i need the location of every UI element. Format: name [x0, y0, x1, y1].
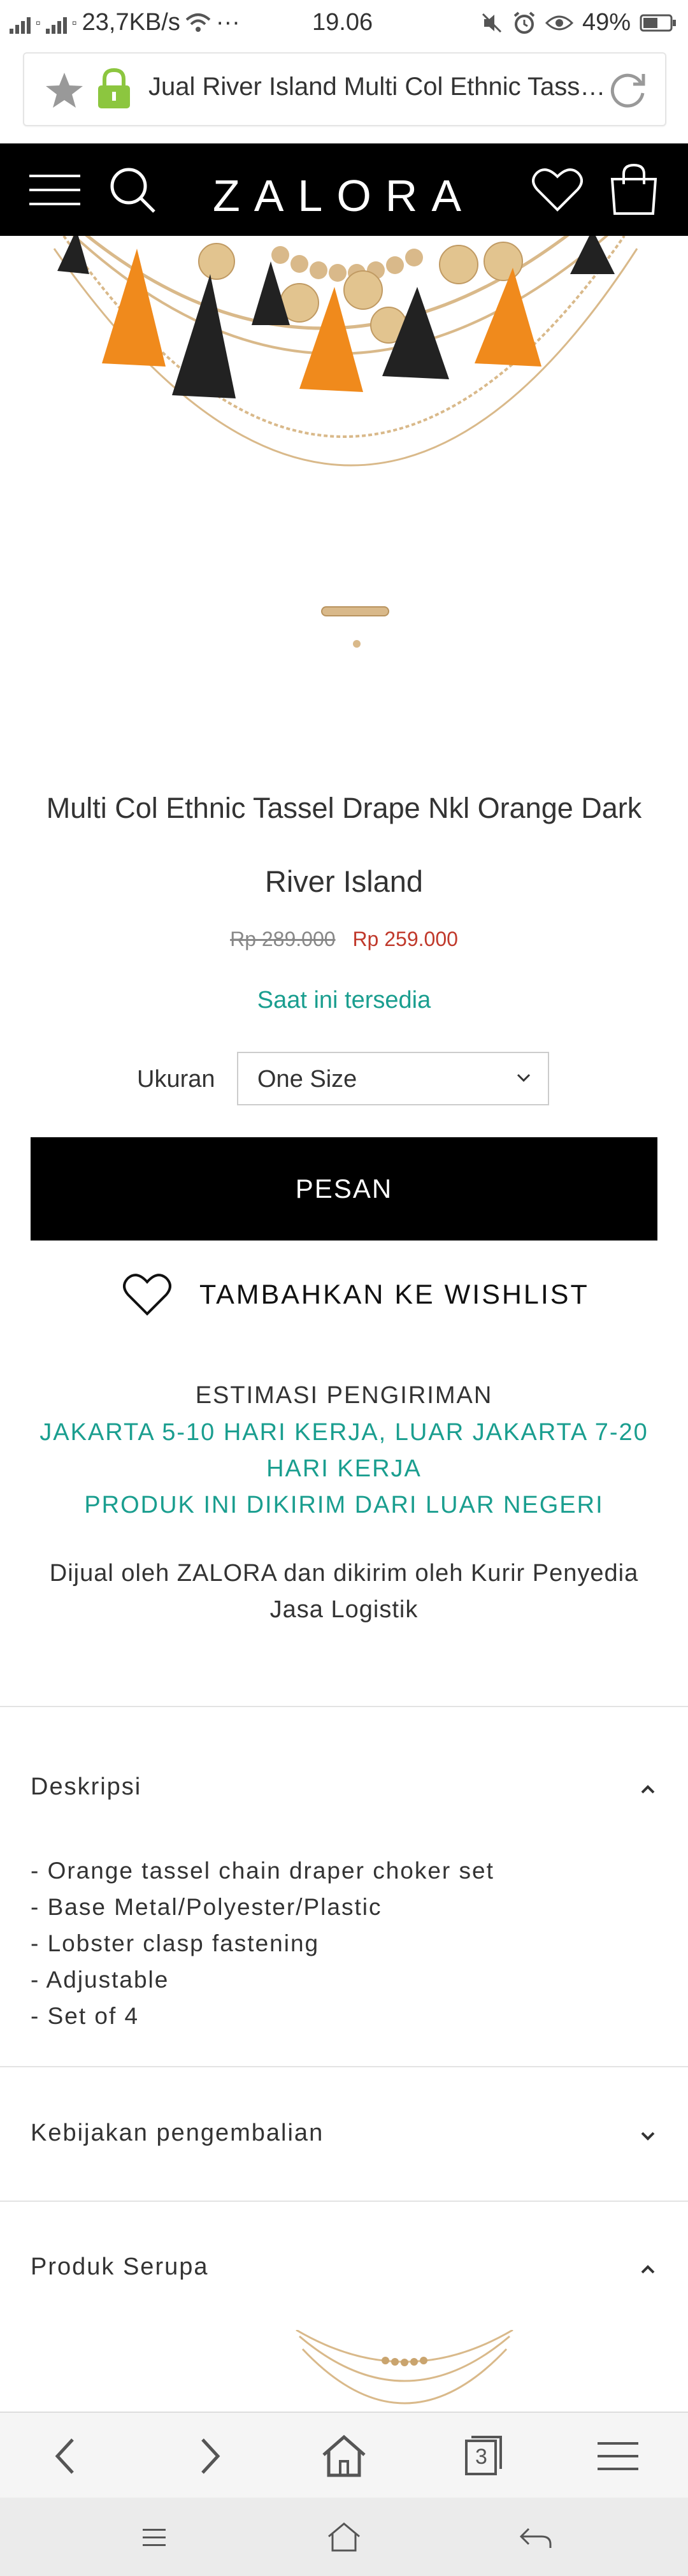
chevron-up-icon[interactable] — [638, 2260, 657, 2279]
divider — [0, 1706, 688, 1707]
address-bar[interactable]: Jual River Island Multi Col Ethnic Tasse… — [23, 52, 666, 126]
zalora-logo[interactable]: ZALORA — [0, 170, 688, 221]
accordion-title[interactable]: Deskripsi — [31, 1773, 141, 1801]
overseas-shipping-note: PRODUK INI DIKIRIM DARI LUAR NEGERI — [84, 1492, 604, 1518]
network-speed: 23,7KB/s — [82, 9, 180, 36]
page-title-url[interactable]: Jual River Island Multi Col Ethnic Tasse… — [148, 73, 613, 101]
system-navigation-bar — [0, 2498, 688, 2576]
wishlist-label: TAMBAHKAN KE WISHLIST — [199, 1279, 589, 1310]
order-button[interactable]: PESAN — [31, 1137, 657, 1241]
refresh-icon[interactable] — [608, 70, 647, 110]
availability-status: Saat ini tersedia — [257, 987, 431, 1014]
description-item: - Base Metal/Polyester/Plastic — [31, 1894, 382, 1920]
description-item: - Set of 4 — [31, 2003, 140, 2029]
similar-necklace-illustration — [296, 2330, 513, 2405]
sim2-icon: ▫ — [71, 14, 77, 31]
clock: 19.06 — [312, 9, 373, 36]
status-bar: ▫ ▫ 23,7KB/s ··· 19.06 49% — [0, 0, 688, 48]
product-brand[interactable]: River Island — [25, 864, 663, 899]
recent-apps-icon[interactable] — [135, 2520, 173, 2555]
accordion-title[interactable]: Produk Serupa — [31, 2253, 209, 2281]
add-to-wishlist[interactable]: TAMBAHKAN KE WISHLIST — [0, 1272, 688, 1323]
star-icon[interactable] — [45, 71, 84, 110]
forward-icon[interactable] — [183, 2431, 234, 2482]
lock-icon — [98, 68, 130, 108]
size-selected-value: One Size — [257, 1066, 357, 1093]
size-label: Ukuran — [137, 1066, 215, 1093]
battery-percent: 49% — [582, 9, 631, 36]
home-icon[interactable] — [319, 2431, 369, 2482]
description-item: - Adjustable — [31, 1967, 169, 1993]
similar-product-image[interactable] — [290, 2330, 519, 2413]
divider — [0, 2201, 688, 2202]
necklace-illustration — [53, 236, 638, 648]
wishlist-heart-icon[interactable] — [532, 168, 583, 212]
chevron-down-icon[interactable] — [638, 2127, 657, 2146]
divider — [0, 2066, 688, 2067]
original-price: Rp 289.000 — [230, 928, 336, 950]
product-image[interactable] — [0, 236, 688, 746]
seller-line: Jasa Logistik — [269, 1596, 419, 1623]
status-left: ▫ ▫ 23,7KB/s ··· — [10, 9, 240, 36]
tab-count: 3 — [475, 2445, 487, 2469]
price-block: Rp 289.000 Rp 259.000 — [0, 928, 688, 951]
shipping-estimate-title: ESTIMASI PENGIRIMAN — [195, 1382, 493, 1409]
description-item: - Orange tassel chain draper choker set — [31, 1858, 494, 1884]
browser-menu-icon[interactable] — [592, 2431, 643, 2482]
back-icon[interactable] — [41, 2431, 92, 2482]
system-home-icon[interactable] — [325, 2520, 363, 2555]
signal-icon-2 — [45, 12, 67, 34]
accordion-title[interactable]: Kebijakan pengembalian — [31, 2120, 324, 2147]
more-notifications: ··· — [215, 9, 240, 36]
browser-toolbar: 3 — [0, 2412, 688, 2499]
shipping-estimate-line: JAKARTA 5-10 HARI KERJA, LUAR JAKARTA 7-… — [39, 1419, 649, 1446]
wifi-icon — [185, 13, 211, 32]
site-header: ZALORA — [0, 143, 688, 236]
seller-line: Dijual oleh ZALORA dan dikirim oleh Kuri… — [49, 1560, 639, 1587]
size-select[interactable]: One Size — [237, 1052, 549, 1105]
chevron-down-icon — [517, 1073, 531, 1082]
battery-icon — [640, 14, 676, 31]
sale-price: Rp 259.000 — [352, 928, 458, 950]
shipping-estimate-line: HARI KERJA — [266, 1455, 422, 1482]
heart-icon — [123, 1274, 171, 1316]
sim1-icon: ▫ — [36, 14, 41, 31]
alarm-icon — [513, 11, 535, 34]
system-back-icon[interactable] — [516, 2520, 554, 2555]
signal-icon — [10, 12, 31, 34]
description-item: - Lobster clasp fastening — [31, 1930, 320, 1956]
shopping-bag-icon[interactable] — [608, 163, 659, 216]
chevron-up-icon[interactable] — [638, 1780, 657, 1799]
eye-icon — [545, 15, 573, 30]
seller-info: Dijual oleh ZALORA dan dikirim oleh Kuri… — [38, 1555, 650, 1628]
tabs-button[interactable]: 3 — [456, 2431, 507, 2482]
product-title: Multi Col Ethnic Tassel Drape Nkl Orange… — [46, 792, 642, 824]
status-right: 49% — [480, 9, 677, 36]
mute-icon — [482, 13, 501, 33]
